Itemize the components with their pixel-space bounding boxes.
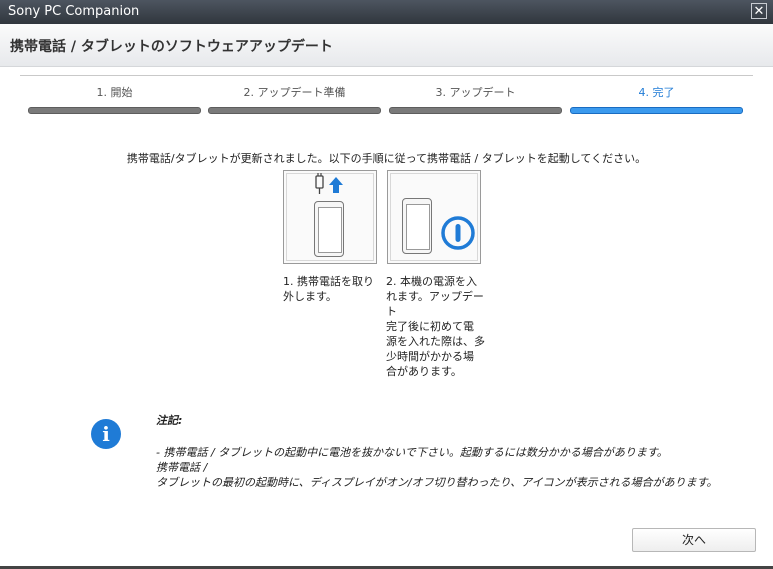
info-icon: i xyxy=(91,419,121,449)
instruction-card-power xyxy=(387,170,481,264)
step-progress-bar xyxy=(28,107,201,114)
step-progress-bar xyxy=(208,107,381,114)
instruction-card-unplug xyxy=(283,170,377,264)
step-label: 4. 完了 xyxy=(638,86,675,99)
step-label: 3. アップデート xyxy=(435,86,516,99)
page-title: 携帯電話 / タブレットのソフトウェアアップデート xyxy=(10,39,333,55)
step-complete: 4. 完了 xyxy=(570,85,743,117)
close-button[interactable]: ✕ xyxy=(751,3,767,19)
card-caption-unplug: 1. 携帯電話を取り 外します。 xyxy=(283,275,374,303)
step-progress-bar xyxy=(570,107,743,114)
note-line: - 携帯電話 / タブレットの起動中に電池を抜かないで下さい。起動するには数分か… xyxy=(156,446,668,459)
title-bar: Sony PC Companion ✕ xyxy=(0,0,773,24)
step-progress-bar xyxy=(389,107,562,114)
page-header: 携帯電話 / タブレットのソフトウェアアップデート xyxy=(0,24,773,67)
steps-divider xyxy=(20,75,753,76)
window-title: Sony PC Companion xyxy=(8,4,140,19)
step-update: 3. アップデート xyxy=(389,85,562,117)
note-line: タブレットの最初の起動時に、ディスプレイがオン/オフ切り替わったり、アイコンが表… xyxy=(156,476,718,489)
next-button[interactable]: 次へ xyxy=(632,528,756,552)
instruction-text: 携帯電話/タブレットが更新されました。以下の手順に従って携帯電話 / タブレット… xyxy=(126,152,647,165)
note-title: 注記: xyxy=(156,414,183,427)
phone-icon xyxy=(402,198,432,254)
card-caption-power: 2. 本機の電源を入 れます。アップデート 完了後に初めて電 源を入れた際は、多… xyxy=(386,275,485,378)
step-start: 1. 開始 xyxy=(28,85,201,117)
step-label: 2. アップデート準備 xyxy=(243,86,346,99)
step-prepare: 2. アップデート準備 xyxy=(208,85,381,117)
phone-icon xyxy=(314,201,344,257)
step-label: 1. 開始 xyxy=(96,86,133,99)
note-line: 携帯電話 / xyxy=(156,461,208,474)
